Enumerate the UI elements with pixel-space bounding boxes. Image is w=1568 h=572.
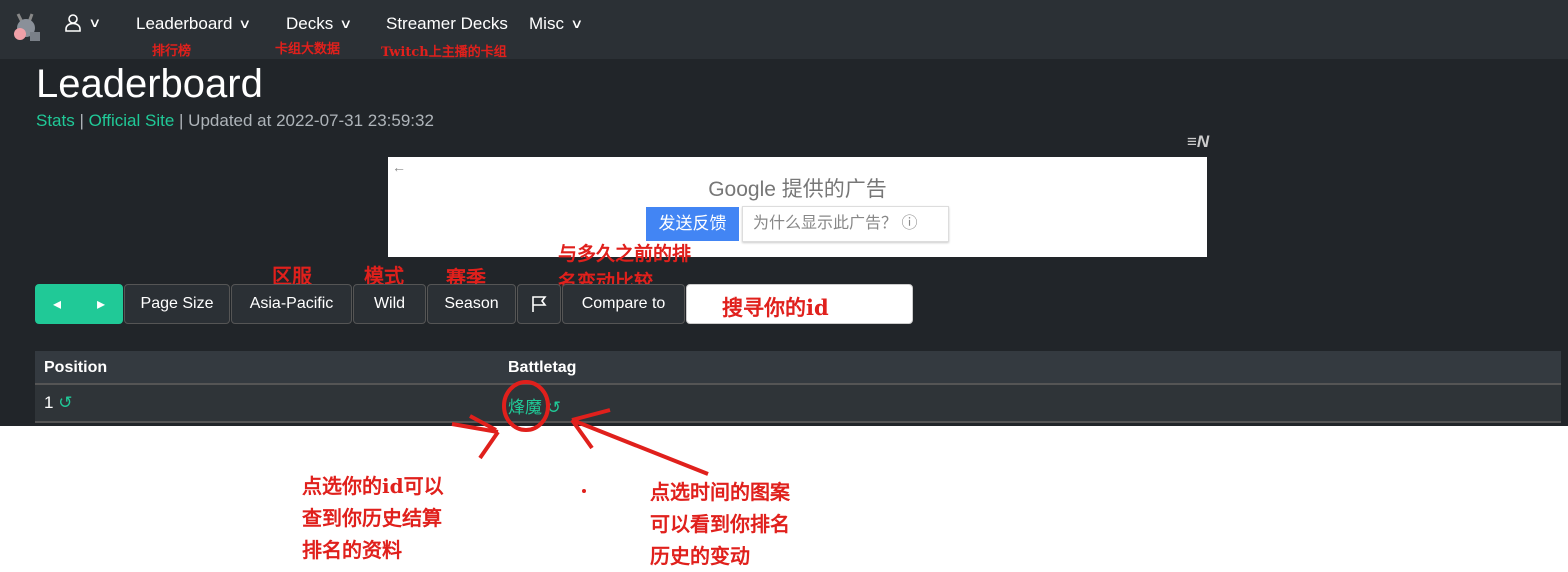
annotation-click-id: 点选你的id可以 查到你历史结算 排名的资料: [302, 474, 444, 562]
annotation-click-time: 点选时间的图案 可以看到你排名 历史的变动: [650, 480, 790, 568]
